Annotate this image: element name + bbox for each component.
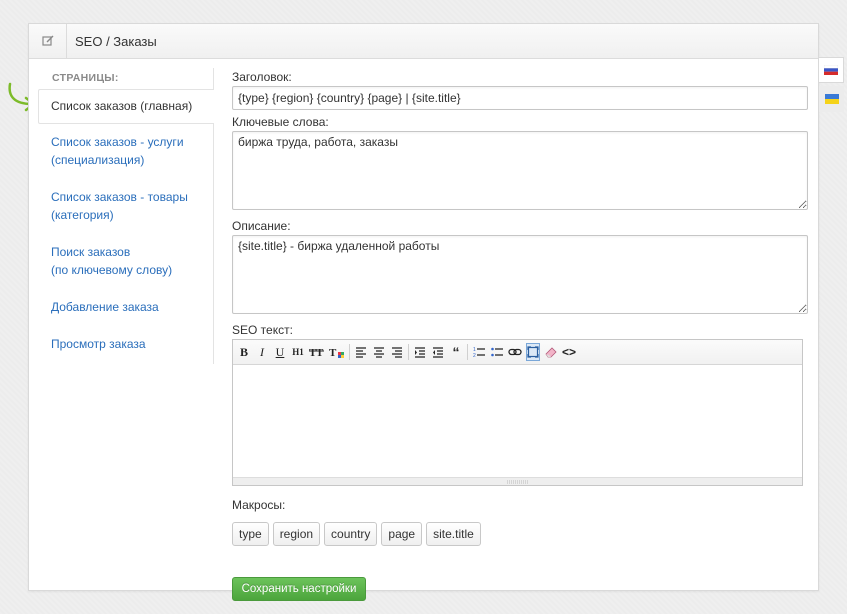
sidebar-item-orders-goods[interactable]: Список заказов - товары (категория) xyxy=(38,188,214,224)
sidebar-item-orders-services[interactable]: Список заказов - услуги (специализация) xyxy=(38,133,214,169)
sidebar-item-sublabel: (категория) xyxy=(51,208,114,222)
page-title: SEO / Заказы xyxy=(75,33,157,49)
eraser-icon[interactable] xyxy=(544,343,558,361)
sidebar-item-label: Просмотр заказа xyxy=(51,337,146,351)
sidebar-item-view-order[interactable]: Просмотр заказа xyxy=(38,335,214,353)
unordered-list-icon[interactable] xyxy=(490,343,504,361)
description-textarea[interactable]: {site.title} - биржа удаленной работы xyxy=(232,235,808,314)
fullscreen-icon[interactable] xyxy=(526,343,540,361)
sidebar-item-add-order[interactable]: Добавление заказа xyxy=(38,298,214,316)
sidebar-item-label: Поиск заказов xyxy=(51,245,131,259)
svg-text:2: 2 xyxy=(473,353,476,358)
sidebar-list: Список заказов - услуги (специализация) … xyxy=(38,133,214,372)
seo-text-label: SEO текст: xyxy=(232,323,293,337)
blockquote-button[interactable]: “ xyxy=(449,343,463,361)
russian-flag-icon xyxy=(824,65,838,75)
resize-grip-icon xyxy=(506,480,529,483)
align-right-icon[interactable] xyxy=(390,343,404,361)
source-code-button[interactable]: <> xyxy=(562,343,576,361)
seo-form: Заголовок: Ключевые слова: биржа труда, … xyxy=(232,68,808,601)
macro-region-button[interactable]: region xyxy=(272,522,321,546)
macros-label: Макросы: xyxy=(232,498,286,512)
keywords-label: Ключевые слова: xyxy=(232,115,329,129)
title-input[interactable] xyxy=(232,86,808,110)
macros-list: type region country page site.title xyxy=(232,522,808,546)
sidebar-title: СТРАНИЦЫ: xyxy=(52,72,119,84)
underline-button[interactable]: U xyxy=(273,343,287,361)
macro-site-title-button[interactable]: site.title xyxy=(426,522,481,546)
text-color-icon[interactable]: T xyxy=(329,343,345,361)
macro-country-button[interactable]: country xyxy=(324,522,378,546)
title-label: Заголовок: xyxy=(232,70,292,84)
seo-text-editor: B I U H1 TT T “ 1 2 <> xyxy=(232,339,803,486)
macro-type-button[interactable]: type xyxy=(232,522,269,546)
sidebar-item-sublabel: (специализация) xyxy=(51,153,145,167)
seo-panel: SEO / Заказы СТРАНИЦЫ: Список заказов (г… xyxy=(28,23,819,601)
svg-text:T: T xyxy=(316,347,324,359)
language-tab-uk[interactable] xyxy=(819,86,844,112)
align-left-icon[interactable] xyxy=(354,343,368,361)
sidebar: СТРАНИЦЫ: Список заказов (главная) Списо… xyxy=(38,68,214,364)
editor-toolbar: B I U H1 TT T “ 1 2 <> xyxy=(233,340,802,365)
sidebar-item-label: Список заказов - услуги xyxy=(51,135,184,149)
heading-button[interactable]: H1 xyxy=(291,343,305,361)
editor-resize-handle[interactable] xyxy=(233,477,802,485)
sidebar-item-label: Добавление заказа xyxy=(51,300,159,314)
editor-content-area[interactable] xyxy=(233,365,802,477)
sidebar-item-orders-main[interactable]: Список заказов (главная) xyxy=(38,89,214,124)
language-tab-ru[interactable] xyxy=(819,57,844,83)
sidebar-item-sublabel: (по ключевому слову) xyxy=(51,263,173,277)
toolbar-separator xyxy=(467,344,468,360)
strikethrough-font-icon[interactable]: TT xyxy=(309,343,325,361)
toolbar-separator xyxy=(408,344,409,360)
indent-icon[interactable] xyxy=(413,343,427,361)
edit-icon xyxy=(41,35,53,46)
save-settings-button[interactable]: Сохранить настройки xyxy=(232,577,366,601)
sidebar-item-label: Список заказов - товары xyxy=(51,190,188,204)
italic-button[interactable]: I xyxy=(255,343,269,361)
header-icon-box xyxy=(29,24,67,58)
keywords-textarea[interactable]: биржа труда, работа, заказы xyxy=(232,131,808,210)
link-icon[interactable] xyxy=(508,343,522,361)
bold-button[interactable]: B xyxy=(237,343,251,361)
align-center-icon[interactable] xyxy=(372,343,386,361)
description-label: Описание: xyxy=(232,219,291,233)
svg-text:T: T xyxy=(329,347,337,359)
toolbar-separator xyxy=(349,344,350,360)
outdent-icon[interactable] xyxy=(431,343,445,361)
ordered-list-icon[interactable]: 12 xyxy=(472,343,486,361)
sidebar-item-search-orders[interactable]: Поиск заказов (по ключевому слову) xyxy=(38,243,214,279)
macro-page-button[interactable]: page xyxy=(381,522,423,546)
panel-header: SEO / Заказы xyxy=(29,24,818,59)
ukrainian-flag-icon xyxy=(824,94,839,104)
